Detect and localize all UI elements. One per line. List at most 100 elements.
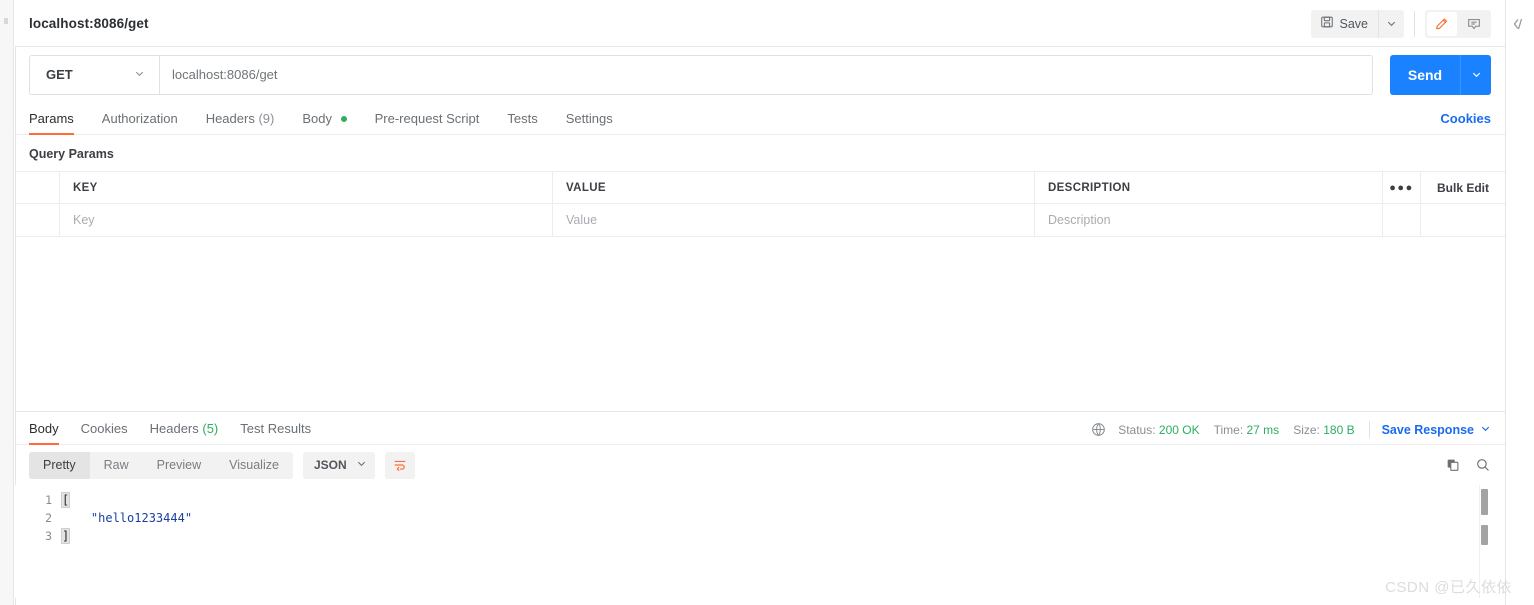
right-sidebar: [1505, 0, 1534, 605]
close-bracket-token: ]: [60, 528, 71, 544]
response-format-select[interactable]: JSON: [302, 451, 375, 479]
tab-pre-request-script-label: Pre-request Script: [374, 111, 480, 126]
line-number: 1: [45, 493, 52, 507]
response-tabs: Body Cookies Headers (5) Test Results St…: [15, 412, 1505, 445]
mode-preview[interactable]: Preview: [143, 452, 215, 479]
ellipsis-icon[interactable]: ●●●: [1383, 172, 1421, 203]
response-body-viewer[interactable]: 1 [ 2 "hello1233444" 3 ]: [15, 485, 1505, 598]
page-title: localhost:8086/get: [29, 15, 149, 31]
status-badge: Status: 200 OK: [1118, 423, 1199, 437]
request-response-pane: localhost:8086/get Save GET localhost:80…: [15, 0, 1505, 605]
size-value: 180 B: [1323, 422, 1355, 437]
save-button[interactable]: Save: [1311, 10, 1379, 38]
request-tabs: Params Authorization Headers (9) Body Pr…: [15, 102, 1505, 135]
response-tab-test-results-label: Test Results: [240, 421, 312, 436]
code-line: 3 ]: [15, 527, 192, 545]
column-header-description: DESCRIPTION: [1035, 172, 1383, 203]
tab-headers-label: Headers: [205, 111, 255, 126]
method-value: GET: [46, 67, 73, 82]
response-view-toolbar: Pretty Raw Preview Visualize JSON: [15, 445, 1505, 485]
comment-icon[interactable]: [1459, 12, 1489, 36]
tab-params[interactable]: Params: [29, 111, 74, 135]
size-label: Size:: [1293, 422, 1320, 437]
query-params-table: KEY VALUE DESCRIPTION ●●● Bulk Edit Key …: [15, 171, 1505, 237]
param-description-input[interactable]: Description: [1035, 204, 1383, 236]
code-lines: 1 [ 2 "hello1233444" 3 ]: [15, 491, 192, 545]
left-rail-handle[interactable]: [4, 18, 8, 24]
table-header-row: KEY VALUE DESCRIPTION ●●● Bulk Edit: [15, 172, 1505, 204]
request-url-row: GET localhost:8086/get Send: [15, 47, 1505, 102]
request-titlebar: localhost:8086/get Save: [15, 0, 1505, 47]
save-response-label: Save Response: [1381, 422, 1474, 437]
url-input[interactable]: localhost:8086/get: [159, 54, 1373, 95]
floppy-disk-icon: [1320, 15, 1334, 32]
panel-scrollbar-track[interactable]: [1498, 485, 1504, 598]
response-tab-headers[interactable]: Headers (5): [150, 421, 219, 444]
tab-body[interactable]: Body: [302, 111, 347, 134]
postman-window: localhost:8086/get Save GET localhost:80…: [0, 0, 1534, 605]
line-number: 3: [45, 529, 52, 543]
param-key-input[interactable]: Key: [60, 204, 553, 236]
tab-headers-count: (9): [258, 111, 275, 126]
select-all-cell[interactable]: [15, 172, 60, 203]
row-bulk-spacer: [1421, 204, 1505, 236]
response-toolbar-right: [1445, 445, 1491, 485]
tab-pre-request-script[interactable]: Pre-request Script: [375, 111, 480, 134]
response-mode-segmented: Pretty Raw Preview Visualize: [29, 451, 293, 479]
save-button-group: Save: [1310, 9, 1404, 38]
divider: [1368, 421, 1370, 438]
tab-tests-label: Tests: [507, 111, 538, 126]
copy-icon[interactable]: [1445, 457, 1461, 473]
response-format-value: JSON: [313, 458, 347, 472]
line-content: ]: [60, 527, 71, 545]
chevron-down-icon: [356, 458, 367, 472]
body-modified-dot-icon: [340, 116, 347, 122]
column-header-value: VALUE: [553, 172, 1035, 203]
row-checkbox[interactable]: [15, 204, 60, 236]
tab-body-label: Body: [302, 111, 332, 126]
method-select[interactable]: GET: [29, 54, 159, 95]
param-value-input[interactable]: Value: [553, 204, 1035, 236]
tab-headers[interactable]: Headers (9): [206, 111, 275, 134]
response-tab-headers-label: Headers: [149, 421, 199, 436]
save-options-caret[interactable]: [1378, 9, 1404, 38]
panel-scrollbar-thumb[interactable]: [1481, 525, 1488, 545]
code-line: 1 [: [15, 491, 192, 509]
response-tab-body[interactable]: Body: [29, 421, 59, 445]
tab-authorization-label: Authorization: [101, 111, 178, 126]
chevron-down-icon: [1480, 423, 1491, 437]
table-row: Key Value Description: [15, 204, 1505, 236]
send-button-group: Send: [1390, 54, 1491, 95]
send-button[interactable]: Send: [1390, 55, 1460, 95]
send-options-caret[interactable]: [1460, 54, 1491, 95]
status-label: Status:: [1118, 422, 1156, 437]
line-number: 2: [45, 511, 52, 525]
response-tab-cookies[interactable]: Cookies: [81, 421, 128, 444]
query-params-heading: Query Params: [29, 147, 114, 161]
left-rail: [0, 0, 14, 605]
mode-pretty[interactable]: Pretty: [29, 451, 90, 479]
code-scrollbar-thumb[interactable]: [1481, 489, 1488, 515]
search-icon[interactable]: [1475, 457, 1491, 473]
cookies-link[interactable]: Cookies: [1440, 111, 1491, 126]
mode-visualize[interactable]: Visualize: [215, 452, 293, 479]
url-input-value: localhost:8086/get: [172, 67, 278, 82]
response-tab-test-results[interactable]: Test Results: [240, 421, 311, 444]
word-wrap-icon[interactable]: [384, 451, 415, 479]
pencil-icon[interactable]: [1427, 11, 1457, 36]
divider: [1414, 10, 1415, 37]
save-response-button[interactable]: Save Response: [1382, 423, 1491, 437]
code-brackets-icon[interactable]: [1510, 14, 1530, 34]
tab-tests[interactable]: Tests: [507, 111, 537, 134]
tab-authorization[interactable]: Authorization: [102, 111, 178, 134]
response-tab-cookies-label: Cookies: [80, 421, 128, 436]
save-button-label: Save: [1339, 16, 1369, 31]
bulk-edit-button[interactable]: Bulk Edit: [1421, 172, 1505, 203]
chevron-down-icon: [134, 67, 145, 82]
globe-icon[interactable]: [1091, 422, 1106, 437]
response-tab-body-label: Body: [29, 421, 59, 436]
mode-raw[interactable]: Raw: [90, 452, 143, 479]
tab-settings[interactable]: Settings: [566, 111, 613, 134]
size-badge: Size: 180 B: [1293, 423, 1354, 437]
view-toggle-group: [1425, 9, 1491, 38]
